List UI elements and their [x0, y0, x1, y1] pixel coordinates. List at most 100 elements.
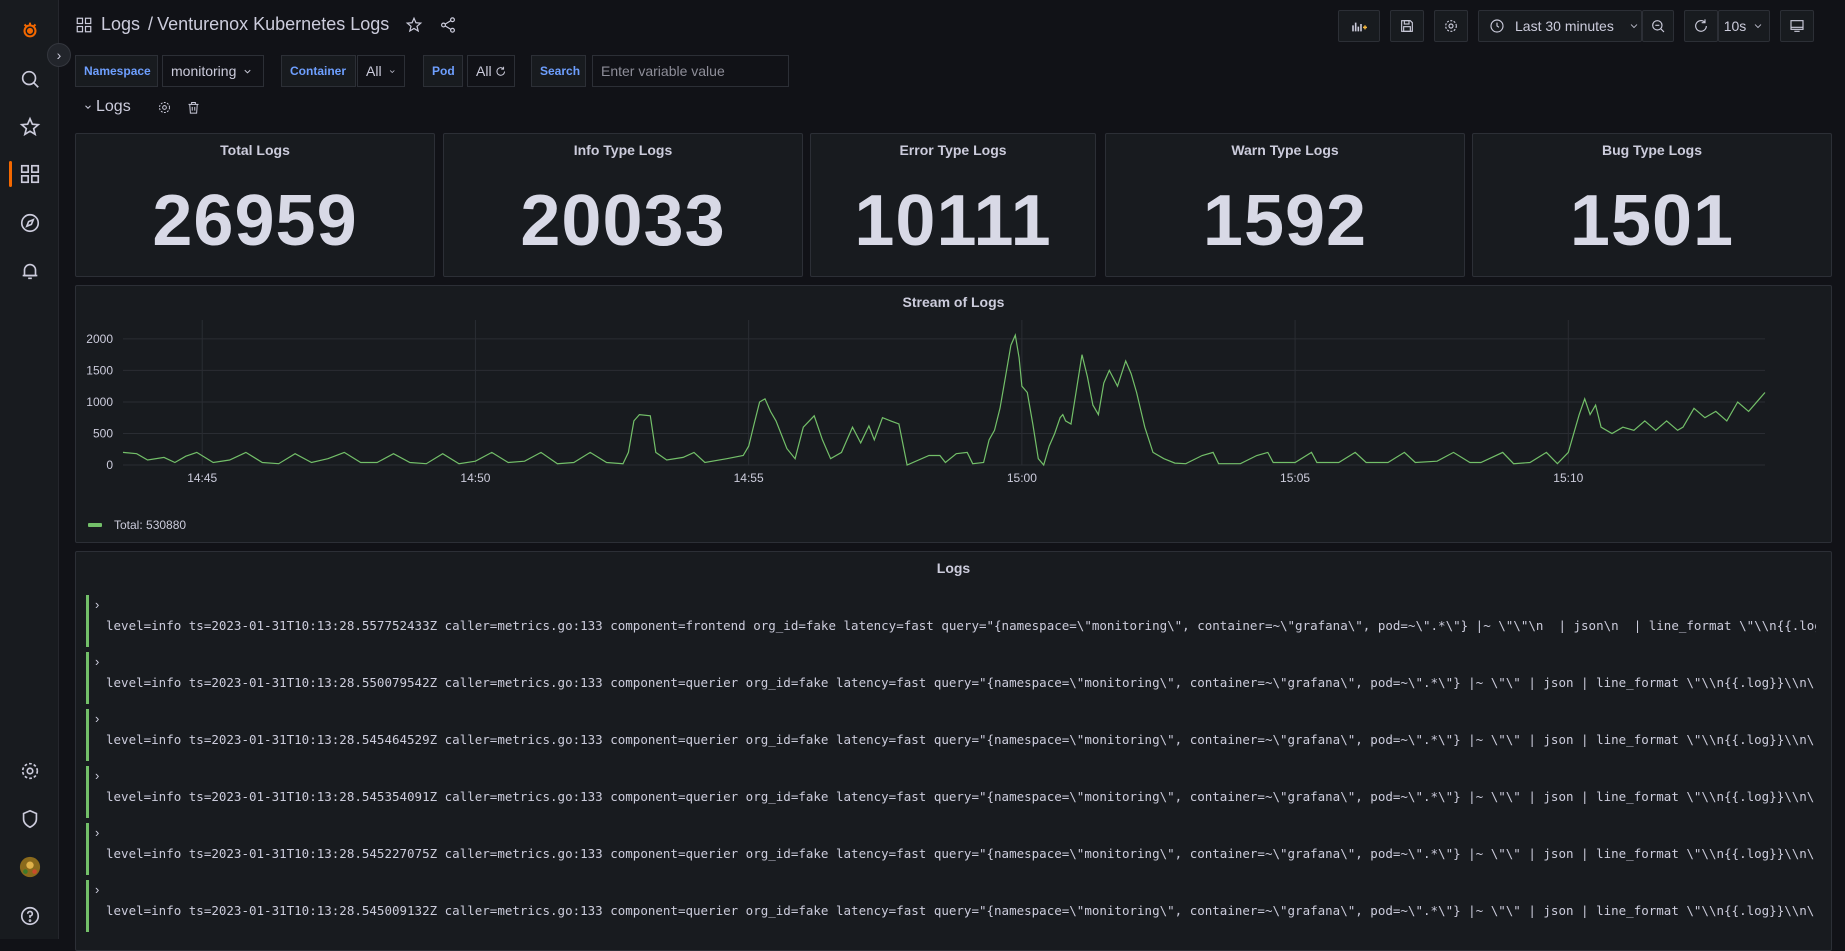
pod-value: All [476, 63, 492, 79]
log-line-text: level=info ts=2023-01-31T10:13:28.550079… [106, 675, 1816, 690]
alerting-icon[interactable] [17, 258, 43, 284]
chevron-down-icon [1754, 24, 1762, 29]
namespace-value: monitoring [171, 63, 237, 79]
zoom-out-icon [1652, 20, 1665, 33]
y-tick-label: 500 [93, 426, 113, 440]
y-tick-label: 1500 [86, 363, 113, 377]
shield-icon[interactable] [17, 806, 43, 832]
top-navigation: Logs / Venturenox Kubernetes Logs Last 3… [59, 0, 1845, 52]
x-tick-label: 15:10 [1553, 471, 1583, 485]
row-title: Logs [96, 98, 131, 115]
log-row[interactable]: › level=info ts=2023-01-31T10:13:28.55775… [86, 595, 1819, 647]
expand-log-chevron-icon[interactable]: › [95, 711, 99, 726]
expand-sidebar-button[interactable]: › [47, 43, 71, 67]
star-icon[interactable] [405, 16, 423, 34]
log-line-text: level=info ts=2023-01-31T10:13:28.545464… [106, 732, 1816, 747]
loading-spinner-icon [496, 66, 505, 76]
save-icon [1401, 20, 1413, 32]
expand-log-chevron-icon[interactable]: › [95, 825, 99, 840]
panel-title: Stream of Logs [902, 294, 1005, 310]
dashboard-title[interactable]: Venturenox Kubernetes Logs [157, 14, 389, 35]
panel-title: Bug Type Logs [1601, 142, 1703, 158]
row-collapse[interactable]: Logs [83, 98, 131, 116]
stat-value: 1501 [1569, 181, 1735, 261]
refresh-interval-label: 10s [1723, 18, 1747, 34]
dashboards-icon[interactable] [17, 161, 43, 187]
stat-panel-error-logs: Error Type Logs 10111 [810, 133, 1096, 277]
y-tick-label: 2000 [86, 332, 113, 346]
panel-title: Info Type Logs [573, 142, 673, 158]
container-value: All [366, 63, 382, 79]
search-icon[interactable] [17, 66, 43, 92]
stat-value: 10111 [854, 181, 1052, 261]
y-tick-label: 0 [106, 458, 113, 472]
log-row[interactable]: › level=info ts=2023-01-31T10:13:28.54500… [86, 880, 1819, 932]
add-panel-button[interactable] [1338, 10, 1380, 42]
chevron-down-icon [85, 105, 91, 109]
stat-panel-info-logs: Info Type Logs 20033 [443, 133, 803, 277]
gear-icon[interactable] [17, 758, 43, 784]
chevron-down-icon [244, 69, 251, 74]
x-tick-label: 15:00 [1007, 471, 1037, 485]
x-tick-label: 15:05 [1280, 471, 1310, 485]
gear-icon[interactable] [157, 100, 172, 115]
breadcrumb-separator: / [148, 14, 154, 34]
time-range-label: Last 30 minutes [1515, 18, 1614, 34]
chevron-down-icon [389, 69, 395, 73]
log-row[interactable]: › level=info ts=2023-01-31T10:13:28.54535… [86, 766, 1819, 818]
refresh-interval-picker[interactable]: 10s [1718, 10, 1770, 42]
legend-label: Total: 530880 [114, 518, 187, 532]
expand-log-chevron-icon[interactable]: › [95, 597, 99, 612]
dashboards-icon [76, 17, 92, 32]
help-icon[interactable] [17, 903, 43, 929]
expand-log-chevron-icon[interactable]: › [95, 654, 99, 669]
log-row[interactable]: › level=info ts=2023-01-31T10:13:28.55007… [86, 652, 1819, 704]
log-row[interactable]: › level=info ts=2023-01-31T10:13:28.54522… [86, 823, 1819, 875]
share-icon[interactable] [439, 16, 457, 34]
stat-panel-total-logs: Total Logs 26959 [75, 133, 435, 277]
dashboard-settings-button[interactable] [1434, 10, 1468, 42]
breadcrumb: Logs / Venturenox Kubernetes Logs [75, 14, 457, 35]
chart-legend[interactable]: Total: 530880 [88, 518, 186, 532]
monitor-icon [1790, 20, 1804, 32]
search-variable-input[interactable] [592, 55, 789, 87]
stat-value: 26959 [152, 181, 358, 261]
y-tick-label: 1000 [86, 395, 113, 409]
stream-of-logs-panel: Stream of Logs 0 500 1000 1500 2000 14:45 14:5… [75, 285, 1832, 543]
search-variable-label: Search [531, 55, 586, 87]
container-variable-label: Container [281, 55, 356, 87]
expand-log-chevron-icon[interactable]: › [95, 882, 99, 897]
breadcrumb-folder[interactable]: Logs [101, 14, 140, 35]
log-line-text: level=info ts=2023-01-31T10:13:28.557752… [106, 618, 1816, 633]
zoom-out-button[interactable] [1642, 10, 1674, 42]
time-picker-button[interactable]: Last 30 minutes [1478, 10, 1642, 42]
add-panel-icon [1352, 22, 1367, 32]
refresh-button[interactable] [1684, 10, 1718, 42]
x-tick-label: 14:55 [734, 471, 764, 485]
avatar[interactable] [17, 854, 43, 880]
log-line-text: level=info ts=2023-01-31T10:13:28.545227… [106, 846, 1816, 861]
clock-icon [1490, 19, 1504, 33]
expand-log-chevron-icon[interactable]: › [95, 768, 99, 783]
log-row[interactable]: › level=info ts=2023-01-31T10:13:28.54546… [86, 709, 1819, 761]
explore-icon[interactable] [17, 210, 43, 236]
save-dashboard-button[interactable] [1390, 10, 1424, 42]
panel-title: Total Logs [220, 142, 290, 158]
stat-value: 20033 [520, 181, 726, 261]
container-select[interactable]: All [357, 55, 405, 87]
chevron-down-icon [1630, 24, 1638, 29]
stat-panel-bug-logs: Bug Type Logs 1501 [1472, 133, 1832, 277]
timeseries-chart[interactable]: 0 500 1000 1500 2000 14:45 14:50 14:55 15:00 15:0… [76, 316, 1831, 526]
stat-panel-warn-logs: Warn Type Logs 1592 [1105, 133, 1465, 277]
sidebar [0, 0, 59, 939]
star-icon[interactable] [17, 114, 43, 140]
stat-value: 1592 [1202, 181, 1368, 261]
namespace-select[interactable]: monitoring [162, 55, 264, 87]
tv-mode-button[interactable] [1780, 10, 1814, 42]
grafana-logo-icon[interactable] [17, 17, 43, 43]
panel-title: Logs [936, 560, 971, 576]
x-tick-label: 14:45 [187, 471, 217, 485]
pod-select[interactable]: All [467, 55, 515, 87]
row-header[interactable]: Logs [83, 98, 201, 116]
trash-icon[interactable] [186, 100, 201, 115]
